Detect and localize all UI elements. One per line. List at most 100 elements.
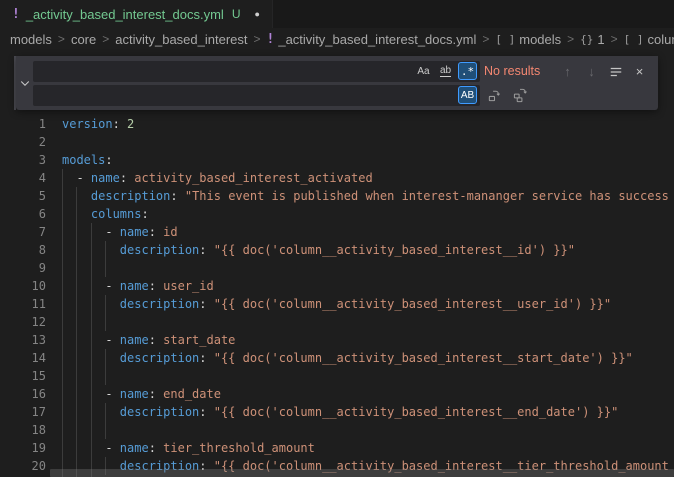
code-line[interactable]: 5 description: "This event is published … xyxy=(0,187,674,205)
breadcrumb-item[interactable]: models xyxy=(10,32,52,47)
breadcrumb-item[interactable]: [ ] columns xyxy=(624,32,674,47)
horizontal-scrollbar-thumb[interactable] xyxy=(50,469,674,477)
code-editor[interactable]: 1version: 223models:4 - name: activity_b… xyxy=(0,115,674,475)
whole-word-toggle[interactable]: ab xyxy=(436,62,455,80)
replace-all-button[interactable] xyxy=(510,85,531,106)
breadcrumb-item[interactable]: [ ]models xyxy=(495,32,561,47)
line-number: 4 xyxy=(0,169,46,187)
code-line[interactable]: 9 xyxy=(0,259,674,277)
find-replace-widget: \s{6}- name: (.*)\n description: "" Aaab… xyxy=(16,56,658,110)
code-line-text: description: "This event is published wh… xyxy=(46,187,669,205)
symbol-object-icon: {} xyxy=(580,33,593,46)
preserve-case-toggle[interactable]: AB xyxy=(458,86,477,104)
line-number: 8 xyxy=(0,241,46,259)
code-line[interactable]: 18 xyxy=(0,421,674,439)
code-line[interactable]: 1version: 2 xyxy=(0,115,674,133)
code-line-text xyxy=(46,313,62,331)
replace-button[interactable] xyxy=(484,85,505,106)
code-line[interactable]: 17 description: "{{ doc('column__activit… xyxy=(0,403,674,421)
find-input[interactable]: \s{6}- name: (.*)\n description: "" Aaab… xyxy=(33,61,480,82)
close-find-widget-button[interactable]: × xyxy=(629,61,650,82)
line-number: 10 xyxy=(0,277,46,295)
breadcrumb-item[interactable]: activity_based_interest xyxy=(115,32,247,47)
code-line-text: - name: start_date xyxy=(46,331,235,349)
line-number: 12 xyxy=(0,313,46,331)
line-number: 3 xyxy=(0,151,46,169)
code-line[interactable]: 6 columns: xyxy=(0,205,674,223)
symbol-array-icon: [ ] xyxy=(624,33,644,46)
yaml-file-icon: ! xyxy=(267,32,275,47)
code-line[interactable]: 4 - name: activity_based_interest_activa… xyxy=(0,169,674,187)
code-line-text xyxy=(46,367,62,385)
modified-dot-icon[interactable]: ● xyxy=(255,9,260,19)
breadcrumb-separator-icon: > xyxy=(482,32,489,46)
breadcrumb: models > core > activity_based_interest > !_ac… xyxy=(0,28,674,50)
line-number: 14 xyxy=(0,349,46,367)
indent-guide xyxy=(105,241,106,277)
breadcrumb-separator-icon: > xyxy=(58,32,65,46)
line-number: 16 xyxy=(0,385,46,403)
next-match-button[interactable]: ↓ xyxy=(581,61,602,82)
code-line-text: description: "{{ doc('column__activity_b… xyxy=(46,241,575,259)
code-line-text xyxy=(46,421,62,439)
indent-guide xyxy=(62,169,63,477)
code-line[interactable]: 3models: xyxy=(0,151,674,169)
indent-guide xyxy=(105,403,106,439)
breadcrumb-label: models xyxy=(10,32,52,47)
code-line[interactable]: 15 xyxy=(0,367,674,385)
breadcrumb-item[interactable]: {} 1 xyxy=(580,32,604,47)
breadcrumb-separator-icon: > xyxy=(567,32,574,46)
previous-match-button[interactable]: ↑ xyxy=(557,61,578,82)
indent-guide xyxy=(76,187,77,477)
breadcrumb-label: 1 xyxy=(597,32,604,47)
line-number: 13 xyxy=(0,331,46,349)
find-status: No results xyxy=(484,61,540,82)
tab-title: _activity_based_interest_docs.yml xyxy=(26,7,224,22)
code-line-text: - name: tier_threshold_amount xyxy=(46,439,315,457)
code-line-text: description: "{{ doc('column__activity_b… xyxy=(46,295,611,313)
git-status-badge: U xyxy=(232,7,241,21)
breadcrumb-label: columns xyxy=(648,32,674,47)
code-line[interactable]: 19 - name: tier_threshold_amount xyxy=(0,439,674,457)
code-line-text: models: xyxy=(46,151,113,169)
breadcrumb-item[interactable]: core xyxy=(71,32,96,47)
breadcrumb-separator-icon: > xyxy=(611,32,618,46)
line-number: 17 xyxy=(0,403,46,421)
code-line-text: description: "{{ doc('column__activity_b… xyxy=(46,349,633,367)
code-line-text: version: 2 xyxy=(46,115,134,133)
breadcrumb-item[interactable]: !_activity_based_interest_docs.yml xyxy=(267,32,477,47)
breadcrumb-separator-icon: > xyxy=(102,32,109,46)
line-number: 2 xyxy=(0,133,46,151)
code-line-text: - name: activity_based_interest_activate… xyxy=(46,169,373,187)
code-line[interactable]: 12 xyxy=(0,313,674,331)
code-line[interactable]: 10 - name: user_id xyxy=(0,277,674,295)
toggle-replace-chevron-icon[interactable] xyxy=(16,56,33,110)
line-number: 19 xyxy=(0,439,46,457)
code-line[interactable]: 7 - name: id xyxy=(0,223,674,241)
code-line-text xyxy=(46,133,62,151)
find-in-selection-button[interactable] xyxy=(605,61,626,82)
indent-guide xyxy=(105,295,106,331)
code-line[interactable]: 14 description: "{{ doc('column__activit… xyxy=(0,349,674,367)
code-line-text: - name: user_id xyxy=(46,277,214,295)
code-line[interactable]: 11 description: "{{ doc('column__activit… xyxy=(0,295,674,313)
line-number: 1 xyxy=(0,115,46,133)
code-line[interactable]: 8 description: "{{ doc('column__activity… xyxy=(0,241,674,259)
indent-guide xyxy=(91,223,92,477)
indent-guide xyxy=(105,349,106,385)
breadcrumb-label: models xyxy=(519,32,561,47)
line-number: 11 xyxy=(0,295,46,313)
code-line[interactable]: 2 xyxy=(0,133,674,151)
line-number: 6 xyxy=(0,205,46,223)
code-line-text: description: "{{ doc('column__activity_b… xyxy=(46,403,618,421)
code-line[interactable]: 13 - name: start_date xyxy=(0,331,674,349)
use-regex-toggle[interactable]: .* xyxy=(458,62,477,80)
breadcrumb-separator-icon: > xyxy=(254,32,261,46)
tab-bar: ! _activity_based_interest_docs.yml U ● xyxy=(0,0,674,28)
line-number: 7 xyxy=(0,223,46,241)
code-line[interactable]: 16 - name: end_date xyxy=(0,385,674,403)
match-case-toggle[interactable]: Aa xyxy=(414,62,433,80)
replace-input[interactable]: - name: $1\n description: "{{ doc('colum… xyxy=(33,85,480,106)
tab-active-file[interactable]: ! _activity_based_interest_docs.yml U ● xyxy=(0,0,273,28)
breadcrumb-label: activity_based_interest xyxy=(115,32,247,47)
